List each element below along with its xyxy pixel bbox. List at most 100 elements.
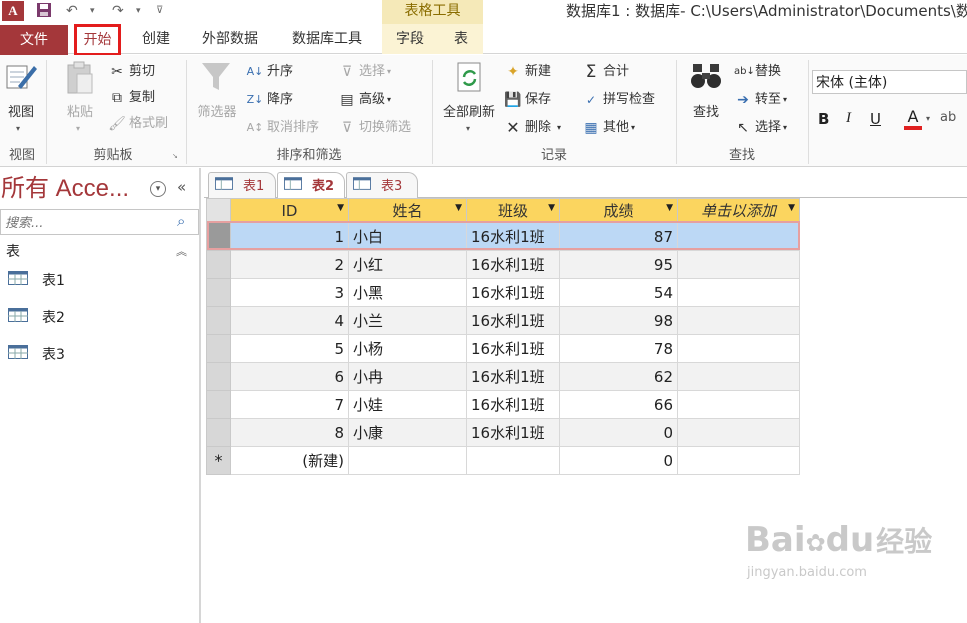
column-dropdown-icon[interactable]: ▼	[337, 203, 344, 213]
cell-name[interactable]: 小白	[348, 222, 467, 251]
cell-class[interactable]: 16水利1班	[466, 222, 560, 251]
search-icon[interactable]: ⌕	[177, 212, 195, 232]
undo-icon[interactable]: ↶	[66, 2, 88, 20]
table-row[interactable]: 1 小白 16水利1班 87	[206, 222, 800, 251]
more-button[interactable]: ▦ 其他 ▾	[582, 117, 652, 139]
tab-external-data[interactable]: 外部数据	[190, 25, 270, 54]
tab-table[interactable]: 表	[444, 25, 478, 54]
cell-empty[interactable]	[677, 418, 800, 447]
column-dropdown-icon[interactable]: ▼	[455, 203, 462, 213]
cell-id[interactable]: 7	[230, 390, 349, 419]
nav-section-tables[interactable]: 表 ︽	[0, 239, 199, 263]
font-color-dropdown-icon[interactable]: ▾	[926, 114, 934, 124]
row-selector[interactable]	[206, 390, 231, 419]
nav-search-input[interactable]	[3, 211, 175, 235]
cell-score[interactable]: 66	[559, 390, 678, 419]
collapse-nav-icon[interactable]: «	[177, 178, 195, 198]
cell-id[interactable]: 5	[230, 334, 349, 363]
refresh-all-button[interactable]: 全部刷新	[438, 102, 500, 124]
cell-score[interactable]: 98	[559, 306, 678, 335]
cell-id[interactable]: 6	[230, 362, 349, 391]
redo-icon[interactable]: ↷	[112, 2, 134, 20]
binoculars-icon[interactable]	[688, 60, 724, 102]
cell-score[interactable]: 54	[559, 278, 678, 307]
column-header-id[interactable]: ID ▼	[230, 198, 349, 223]
cell-class[interactable]: 16水利1班	[466, 250, 560, 279]
italic-button[interactable]: I	[846, 110, 860, 130]
column-header-click-to-add[interactable]: 单击以添加 ▼	[677, 198, 800, 223]
cell-id[interactable]: 4	[230, 306, 349, 335]
bold-button[interactable]: B	[818, 110, 834, 130]
new-record-marker[interactable]: *	[206, 446, 231, 475]
row-selector[interactable]	[206, 334, 231, 363]
select-button[interactable]: ↖ 选择 ▾	[734, 117, 804, 139]
cell-empty[interactable]	[348, 446, 467, 475]
cell-name[interactable]: 小兰	[348, 306, 467, 335]
undo-dropdown-icon[interactable]: ▾	[90, 2, 100, 20]
select-all-cell[interactable]	[206, 198, 231, 223]
cell-class[interactable]: 16水利1班	[466, 306, 560, 335]
cell-score[interactable]: 78	[559, 334, 678, 363]
new-record-row[interactable]: * (新建) 0	[206, 446, 800, 475]
cell-score[interactable]: 87	[559, 222, 678, 251]
column-dropdown-icon[interactable]: ▼	[666, 203, 673, 213]
tab-create[interactable]: 创建	[132, 25, 180, 54]
cell-name[interactable]: 小杨	[348, 334, 467, 363]
object-tab-table2[interactable]: 表2	[277, 172, 345, 200]
sort-ascending-button[interactable]: A↓ 升序	[246, 61, 328, 83]
cell-id[interactable]: 8	[230, 418, 349, 447]
tab-database-tools[interactable]: 数据库工具	[280, 25, 374, 54]
goto-button[interactable]: ➔ 转至 ▾	[734, 89, 804, 111]
tab-home[interactable]: 开始	[74, 24, 121, 56]
column-dropdown-icon[interactable]: ▼	[788, 203, 795, 213]
cell-class[interactable]: 16水利1班	[466, 334, 560, 363]
customize-qat-icon[interactable]: ⊽	[156, 2, 170, 20]
object-tab-table1[interactable]: 表1	[208, 172, 276, 199]
cell-class[interactable]: 16水利1班	[466, 390, 560, 419]
cell-empty[interactable]	[677, 362, 800, 391]
tab-file[interactable]: 文件	[0, 25, 68, 55]
sort-descending-button[interactable]: Z↓ 降序	[246, 89, 328, 111]
clipboard-launcher-icon[interactable]: ↘	[172, 152, 180, 160]
underline-button[interactable]: U	[870, 110, 886, 130]
advanced-filter-button[interactable]: ▤ 高级 ▾	[338, 89, 408, 111]
cell-score[interactable]: 0	[559, 418, 678, 447]
cell-name[interactable]: 小冉	[348, 362, 467, 391]
new-record-button[interactable]: ✦ 新建	[504, 61, 570, 83]
save-record-button[interactable]: 💾 保存	[504, 89, 570, 111]
access-app-icon[interactable]: A	[2, 1, 24, 21]
highlight-color-icon[interactable]: ab	[940, 110, 967, 130]
nav-item-table2[interactable]: 表2	[0, 302, 199, 332]
font-name-combobox[interactable]: 宋体 (主体)	[812, 70, 967, 94]
save-icon[interactable]	[36, 2, 54, 20]
object-tab-table3[interactable]: 表3	[346, 172, 418, 199]
cut-button[interactable]: ✂ 剪切	[108, 61, 170, 83]
cell-score[interactable]: 95	[559, 250, 678, 279]
column-header-score[interactable]: 成绩 ▼	[559, 198, 678, 223]
cell-name[interactable]: 小黑	[348, 278, 467, 307]
table-row[interactable]: 8 小康 16水利1班 0	[206, 418, 800, 447]
table-row[interactable]: 5 小杨 16水利1班 78	[206, 334, 800, 363]
row-selector[interactable]	[206, 250, 231, 279]
table-row[interactable]: 3 小黑 16水利1班 54	[206, 278, 800, 307]
cell-empty[interactable]	[677, 306, 800, 335]
redo-dropdown-icon[interactable]: ▾	[136, 2, 146, 20]
cell-empty[interactable]	[466, 446, 560, 475]
table-row[interactable]: 4 小兰 16水利1班 98	[206, 306, 800, 335]
replace-button[interactable]: ab↓ 替换	[734, 61, 804, 83]
table-row[interactable]: 7 小娃 16水利1班 66	[206, 390, 800, 419]
table-row[interactable]: 2 小红 16水利1班 95	[206, 250, 800, 279]
cell-class[interactable]: 16水利1班	[466, 278, 560, 307]
row-selector[interactable]	[206, 362, 231, 391]
cell-id[interactable]: 3	[230, 278, 349, 307]
cell-empty[interactable]	[677, 222, 800, 251]
cell-empty[interactable]	[677, 278, 800, 307]
row-selector[interactable]	[206, 278, 231, 307]
column-header-name[interactable]: 姓名 ▼	[348, 198, 467, 223]
delete-record-button[interactable]: ✕ 删除 ▾	[504, 117, 576, 139]
column-header-class[interactable]: 班级 ▼	[466, 198, 560, 223]
cell-empty[interactable]	[677, 334, 800, 363]
view-button[interactable]: 视图	[4, 102, 38, 124]
refresh-all-icon[interactable]	[452, 60, 488, 102]
cell-class[interactable]: 16水利1班	[466, 418, 560, 447]
